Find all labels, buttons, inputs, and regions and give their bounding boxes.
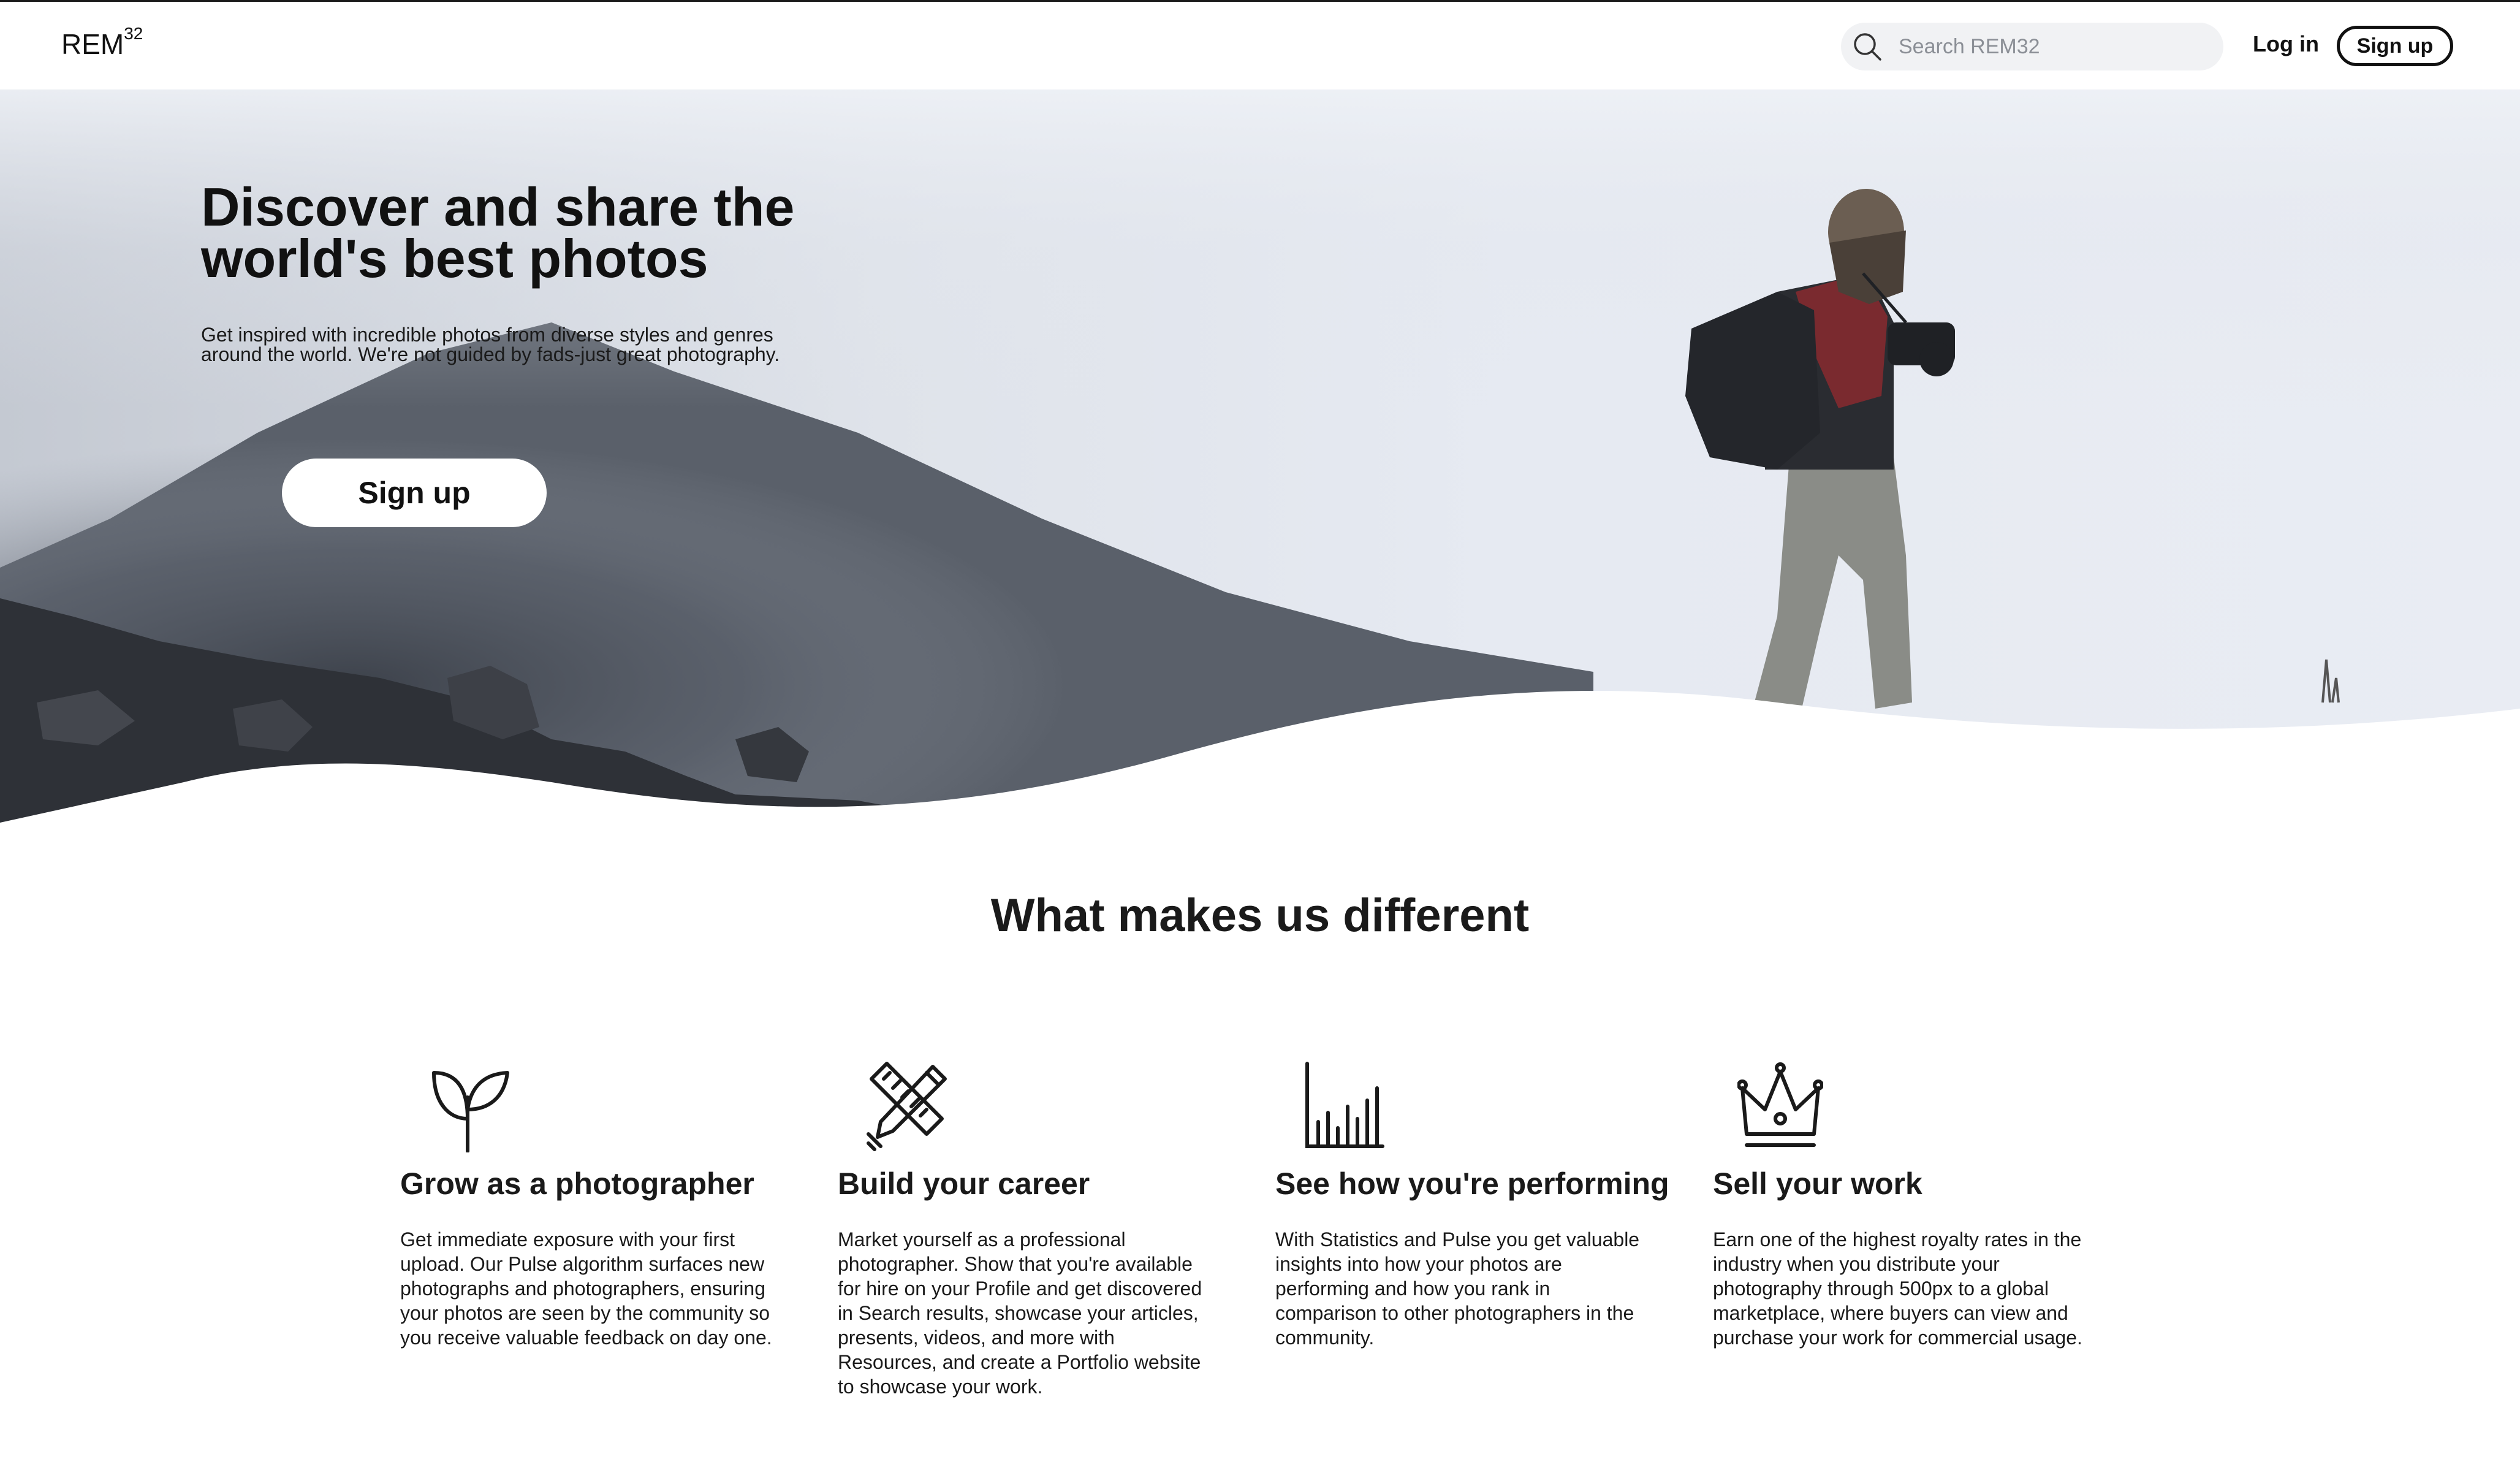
hero: Discover and share the world's best phot… — [0, 89, 2520, 823]
hero-subtitle-line-1: Get inspired with incredible photos from… — [201, 324, 773, 346]
search-icon — [1854, 33, 1881, 61]
feature-title: Sell your work — [1713, 1167, 1922, 1201]
section-title: What makes us different — [990, 889, 1530, 942]
pencil-ruler-icon — [867, 1062, 947, 1151]
feature-title: Build your career — [838, 1167, 1090, 1201]
hero-subtitle-line-2: around the world. We're not guided by fa… — [201, 343, 780, 365]
logo[interactable]: REM32 — [61, 24, 143, 61]
navbar: REM32 Log in Sign up — [0, 2, 2520, 89]
feature-title: Grow as a photographer — [400, 1167, 754, 1201]
bar-chart-icon — [1305, 1062, 1384, 1148]
nav-signup-button[interactable]: Sign up — [2337, 26, 2453, 66]
search-bar[interactable] — [1841, 23, 2223, 70]
feature-description: Get immediate exposure with your first u… — [400, 1228, 772, 1349]
hero-subtitle: Get inspired with incredible photos from… — [201, 325, 875, 364]
hero-signup-button[interactable]: Sign up — [282, 459, 547, 527]
login-link[interactable]: Log in — [2253, 31, 2319, 57]
crown-icon — [1737, 1062, 1823, 1147]
feature-title: See how you're performing — [1275, 1167, 1669, 1201]
hero-title: Discover and share the world's best phot… — [201, 177, 795, 289]
feature-description: Earn one of the highest royalty rates in… — [1713, 1228, 2082, 1349]
logo-text: REM — [61, 28, 124, 60]
logo-superscript: 32 — [124, 24, 143, 43]
search-input[interactable] — [1899, 23, 2211, 70]
feature-description: Market yourself as a professional photog… — [838, 1228, 1202, 1398]
sprout-icon — [432, 1071, 509, 1152]
feature-description: With Statistics and Pulse you get valuab… — [1275, 1228, 1640, 1349]
